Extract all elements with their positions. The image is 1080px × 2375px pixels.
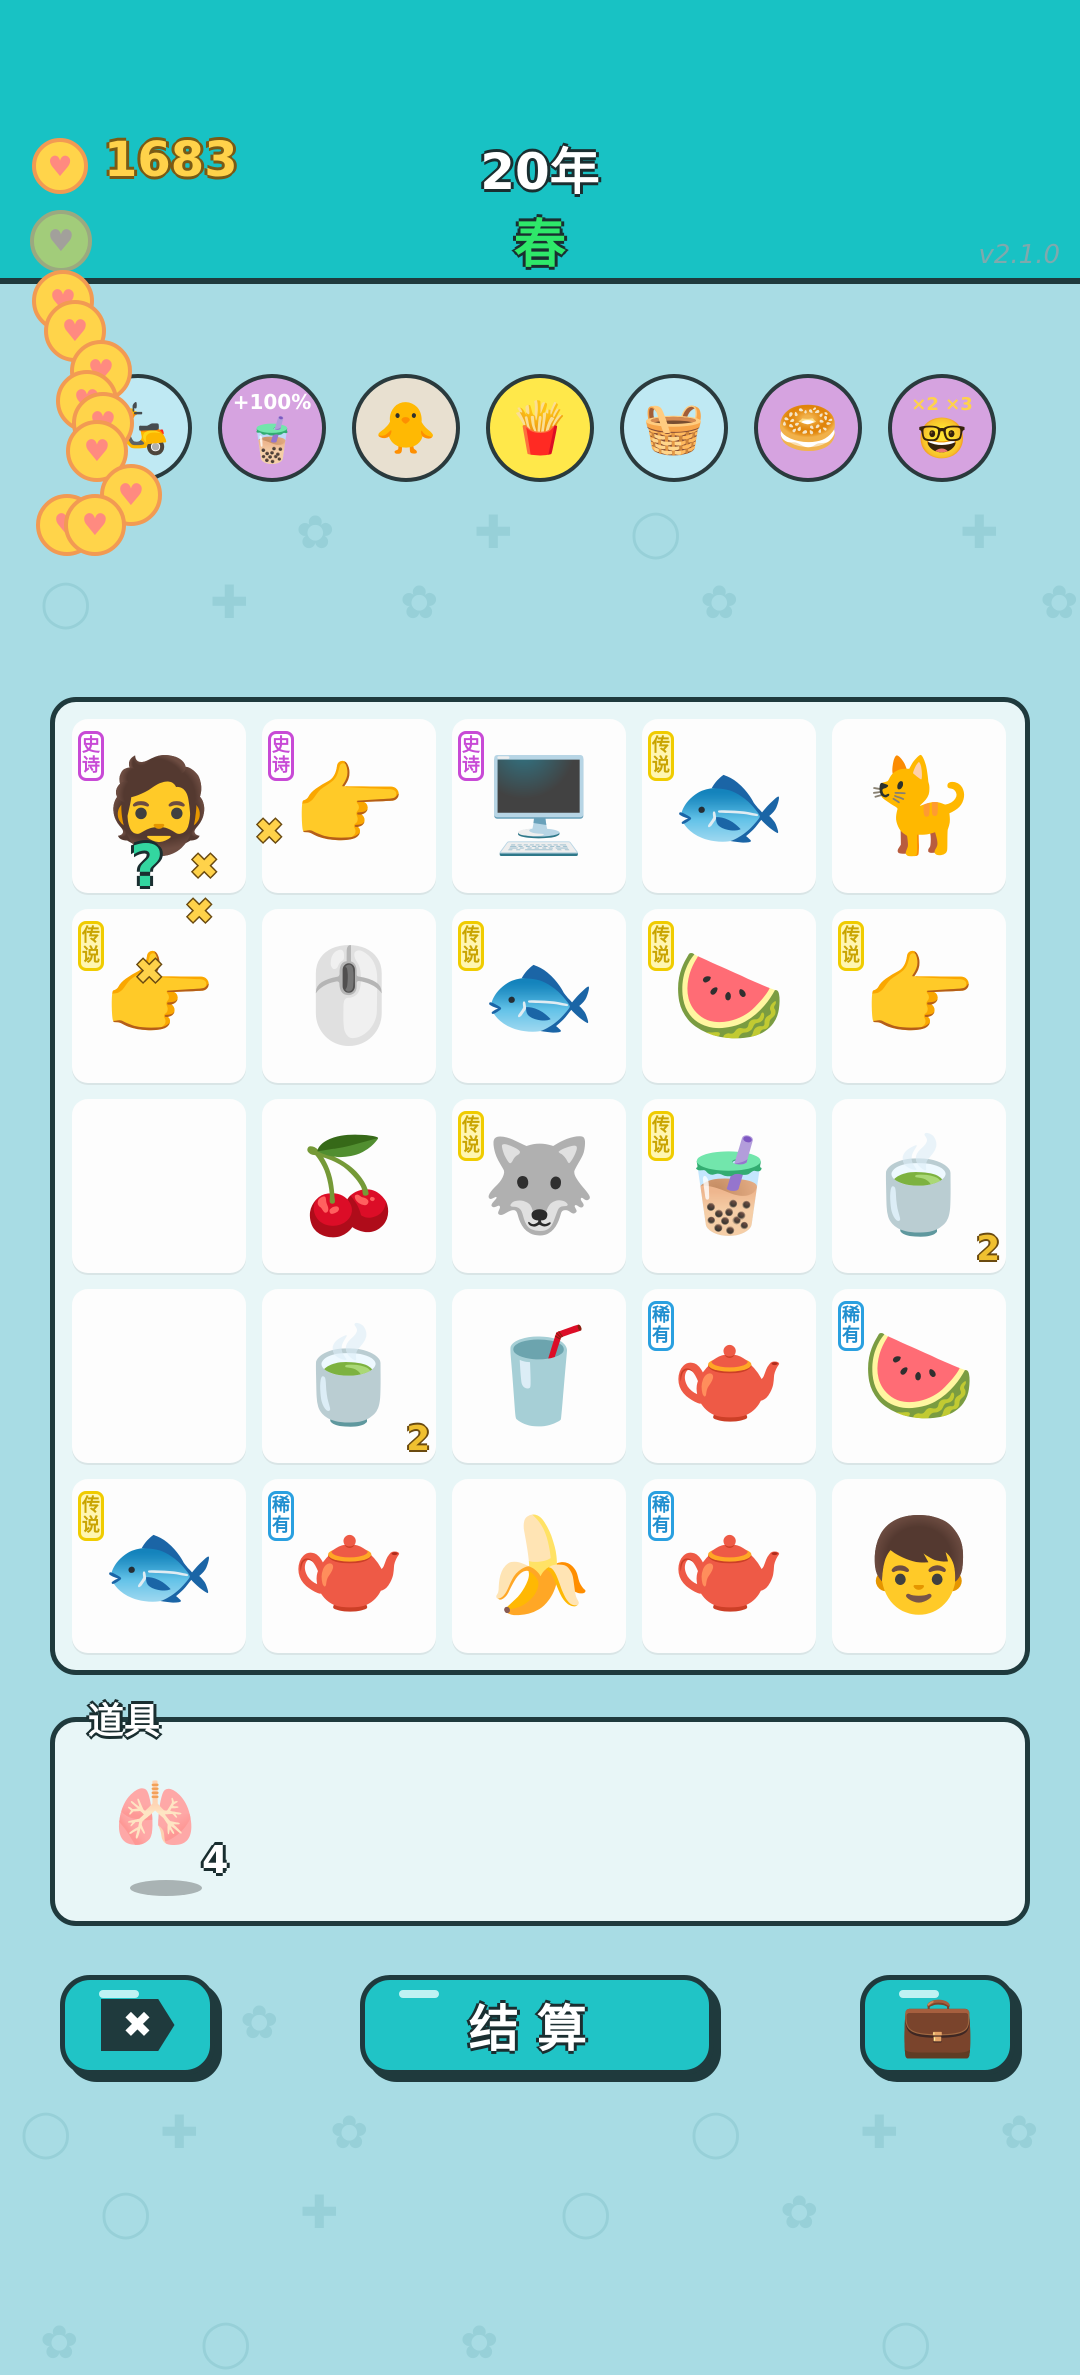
rarity-tag: 史诗 [78, 731, 104, 781]
rarity-tag: 传说 [458, 921, 484, 971]
item-icon [72, 1289, 246, 1463]
rarity-tag: 传说 [648, 731, 674, 781]
rarity-tag: 传说 [648, 1111, 674, 1161]
relic-eyepatch[interactable]: 🥯 [754, 374, 862, 482]
rarity-tag: 传说 [648, 921, 674, 971]
multiplier-x-icon: ✖ [135, 952, 164, 992]
top-bar-border [0, 278, 1080, 284]
board-cell[interactable]: 👦 [832, 1479, 1006, 1653]
board-cell[interactable]: 🥤 [452, 1289, 626, 1463]
bag-button[interactable]: 💼 [860, 1975, 1015, 2075]
exit-icon: ✖ [100, 1999, 175, 2051]
relic-chick-egg[interactable]: 🐥 [352, 374, 460, 482]
board-cell[interactable]: 🐺 传说 [452, 1099, 626, 1273]
relic-multiplier-nerd[interactable]: ×2 ×3 🤓 [888, 374, 996, 482]
rarity-tag: 稀有 [648, 1491, 674, 1541]
multiplier-x-icon: ✖ [190, 847, 219, 887]
rarity-tag: 稀有 [268, 1491, 294, 1541]
settle-button-label: 结算 [469, 2000, 605, 2058]
board-cell[interactable]: 🫖 稀有 [642, 1289, 816, 1463]
board-cell[interactable]: 🍉 传说 [642, 909, 816, 1083]
item-icon [72, 1099, 246, 1273]
relic-label: ×2 ×3 [911, 394, 973, 415]
board-cell[interactable]: 🍉 稀有 [832, 1289, 1006, 1463]
board-cell[interactable]: 🐟 传说 [642, 719, 816, 893]
board-cell[interactable]: 🧋 传说 [642, 1099, 816, 1273]
board-cell[interactable]: 🍵 2 [262, 1289, 436, 1463]
item-icon: 🍒 [291, 1132, 407, 1239]
relic-fries[interactable]: 🍟 [486, 374, 594, 482]
item-icon: 👦 [861, 1512, 977, 1619]
item-count: 2 [976, 1229, 1000, 1269]
basket-icon: 🧺 [642, 398, 706, 457]
chick-icon: 🐥 [374, 398, 438, 457]
rarity-tag: 稀有 [838, 1301, 864, 1351]
board-cell[interactable]: 🍵 2 [832, 1099, 1006, 1273]
coin-icon: ♥ [30, 210, 92, 272]
board-cell[interactable]: 🖱️ [262, 909, 436, 1083]
props-title: 道具 [88, 1701, 161, 1742]
item-count: 2 [406, 1419, 430, 1459]
year-label: 20年 [480, 143, 600, 201]
rarity-tag: 史诗 [458, 731, 484, 781]
eyepatch-icon: 🥯 [776, 398, 840, 457]
item-icon: 🍌 [481, 1512, 597, 1619]
question-mark-icon: ? [130, 832, 164, 900]
board-cell[interactable]: 👉 史诗 [262, 719, 436, 893]
board-cell[interactable]: 🍒 [262, 1099, 436, 1273]
settle-button[interactable]: 结算 [360, 1975, 714, 2075]
briefcase-icon: 💼 [900, 1990, 975, 2061]
board-cell[interactable] [72, 1289, 246, 1463]
board-cell[interactable]: 🐟 传说 [452, 909, 626, 1083]
board-cell[interactable]: 🫖 稀有 [642, 1479, 816, 1653]
coin-icon: ♥ [64, 494, 126, 556]
rarity-tag: 传说 [78, 921, 104, 971]
item-icon: 🐈 [861, 752, 977, 859]
prop-shadow [130, 1880, 202, 1896]
item-icon: 🖱️ [291, 942, 407, 1049]
rarity-tag: 史诗 [268, 731, 294, 781]
board-cell[interactable]: 👉 传说 [72, 909, 246, 1083]
button-shine [399, 1990, 439, 1998]
board-cell[interactable]: 🐈 [832, 719, 1006, 893]
rarity-tag: 传说 [838, 921, 864, 971]
prop-item-lung[interactable]: 🫁 [114, 1776, 214, 1856]
version-label: v2.1.0 [978, 240, 1060, 270]
nerd-icon: 🤓 [917, 416, 967, 462]
relic-label: +100% [232, 390, 312, 414]
board-cell[interactable] [72, 1099, 246, 1273]
board-cell[interactable]: 👉 传说 [832, 909, 1006, 1083]
item-icon: 🥤 [481, 1322, 597, 1429]
multiplier-x-icon: ✖ [185, 892, 214, 932]
multiplier-x-icon: ✖ [255, 812, 284, 852]
relic-milk-tea-boost[interactable]: +100% 🧋 [218, 374, 326, 482]
button-shine [99, 1990, 139, 1998]
milk-tea-icon: 🧋 [244, 415, 300, 466]
fries-icon: 🍟 [508, 398, 572, 457]
button-shine [899, 1990, 939, 1998]
board-cell[interactable]: 🐟 传说 [72, 1479, 246, 1653]
relic-fruit-basket[interactable]: 🧺 [620, 374, 728, 482]
prop-item-count: 4 [202, 1838, 229, 1882]
lung-icon: 🫁 [114, 1776, 197, 1853]
season-label: 春 [513, 215, 566, 275]
rarity-tag: 稀有 [648, 1301, 674, 1351]
exit-button[interactable]: ✖ [60, 1975, 215, 2075]
board-cell[interactable]: 🖥️ 史诗 [452, 719, 626, 893]
board-cell[interactable]: 🫖 稀有 [262, 1479, 436, 1653]
rarity-tag: 传说 [78, 1491, 104, 1541]
board-cell[interactable]: 🍌 [452, 1479, 626, 1653]
rarity-tag: 传说 [458, 1111, 484, 1161]
item-board: 🧔 史诗 👉 史诗 🖥️ 史诗 🐟 传说 🐈 👉 传说 🖱️ 🐟 传说 🍉 传说 👉 传说 🍒 🐺 传说 🧋 传说 🍵 2 🍵 2 🥤… [50, 697, 1030, 1675]
